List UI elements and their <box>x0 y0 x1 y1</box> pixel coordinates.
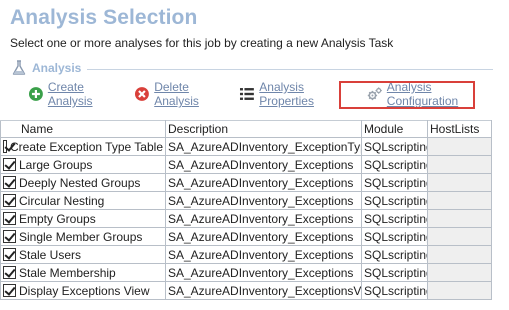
module-cell: SQLscripting <box>361 173 428 192</box>
delete-analysis-label: Delete Analysis <box>154 80 199 108</box>
name-cell-content: Circular Nesting <box>3 194 163 208</box>
row-checkbox[interactable] <box>3 194 16 207</box>
name-cell: Circular Nesting <box>0 191 166 210</box>
name-cell: Display Exceptions View <box>0 281 166 300</box>
module-cell: SQLscripting <box>361 245 428 264</box>
table-row[interactable]: Stale Membership SA_AzureADInventory_Exce… <box>0 263 492 282</box>
row-checkbox[interactable] <box>3 266 16 279</box>
table-row[interactable]: Deeply Nested Groups SA_AzureADInventory_… <box>0 173 492 192</box>
list-icon <box>240 88 255 100</box>
description-cell: SA_AzureADInventory_Exceptions <box>165 155 362 174</box>
name-cell-content: Stale Membership <box>3 266 163 280</box>
name-cell-content: Deeply Nested Groups <box>3 176 163 190</box>
create-analysis-button[interactable]: Create Analysis <box>28 80 130 108</box>
module-cell: SQLscripting <box>361 281 428 300</box>
name-cell-content: Create Exception Type Table <box>3 140 163 154</box>
table-header-row: Name Description Module HostLists <box>0 120 492 138</box>
page-subtitle: Select one or more analyses for this job… <box>10 36 394 50</box>
configuration-highlight-box <box>339 81 475 109</box>
analysis-section-header: Analysis <box>12 58 493 78</box>
flask-icon <box>12 60 26 75</box>
table-row[interactable]: Single Member Groups SA_AzureADInventory_… <box>0 227 492 246</box>
table-row[interactable]: Empty Groups SA_AzureADInventory_Exceptio… <box>0 209 492 228</box>
hostlists-cell <box>427 155 492 174</box>
table-row[interactable]: Circular Nesting SA_AzureADInventory_Exce… <box>0 191 492 210</box>
section-divider <box>87 68 493 70</box>
analysis-name: Create Exception Type Table <box>10 139 163 154</box>
delete-analysis-button[interactable]: Delete Analysis <box>134 80 235 108</box>
name-cell: Create Exception Type Table <box>0 137 166 156</box>
plus-circle-icon <box>28 87 43 101</box>
analysis-name: Deeply Nested Groups <box>19 175 141 190</box>
hostlists-cell <box>427 173 492 192</box>
module-cell: SQLscripting <box>361 209 428 228</box>
module-cell: SQLscripting <box>361 137 428 156</box>
name-cell: Stale Users <box>0 245 166 264</box>
analysis-name: Stale Users <box>19 247 82 262</box>
name-cell: Single Member Groups <box>0 227 166 246</box>
description-cell: SA_AzureADInventory_Exceptions <box>165 245 362 264</box>
description-cell: SA_AzureADInventory_Exceptions <box>165 209 362 228</box>
analysis-name: Empty Groups <box>19 211 96 226</box>
row-checkbox[interactable] <box>3 230 16 243</box>
module-cell: SQLscripting <box>361 191 428 210</box>
hostlists-cell <box>427 281 492 300</box>
column-header-module[interactable]: Module <box>361 120 428 138</box>
row-checkbox[interactable] <box>3 140 7 153</box>
row-checkbox[interactable] <box>3 248 16 261</box>
name-cell-content: Empty Groups <box>3 212 163 226</box>
name-cell-content: Large Groups <box>3 158 163 172</box>
hostlists-cell <box>427 191 492 210</box>
hostlists-cell <box>427 245 492 264</box>
name-cell: Large Groups <box>0 155 166 174</box>
hostlists-cell <box>427 263 492 282</box>
table-row[interactable]: Stale Users SA_AzureADInventory_Exception… <box>0 245 492 264</box>
description-cell: SA_AzureADInventory_Exceptions <box>165 173 362 192</box>
column-header-hostlists[interactable]: HostLists <box>427 120 492 138</box>
row-checkbox[interactable] <box>3 284 16 297</box>
name-cell-content: Display Exceptions View <box>3 284 163 298</box>
name-cell-content: Single Member Groups <box>3 230 163 244</box>
page-title: Analysis Selection <box>10 6 198 29</box>
description-cell: SA_AzureADInventory_Exceptions <box>165 227 362 246</box>
description-cell: SA_AzureADInventory_Exceptions <box>165 263 362 282</box>
analysis-name: Display Exceptions View <box>19 283 150 298</box>
name-cell: Empty Groups <box>0 209 166 228</box>
description-cell: SA_AzureADInventory_ExceptionTypes <box>165 137 362 156</box>
hostlists-cell <box>427 209 492 228</box>
table-row[interactable]: Large Groups SA_AzureADInventory_Exceptio… <box>0 155 492 174</box>
name-cell: Deeply Nested Groups <box>0 173 166 192</box>
description-cell: SA_AzureADInventory_Exceptions <box>165 191 362 210</box>
table-row[interactable]: Display Exceptions View SA_AzureADInvento… <box>0 281 492 300</box>
analysis-name: Large Groups <box>19 157 93 172</box>
module-cell: SQLscripting <box>361 263 428 282</box>
row-checkbox[interactable] <box>3 158 16 171</box>
row-checkbox[interactable] <box>3 176 16 189</box>
description-cell: SA_AzureADInventory_ExceptionsView <box>165 281 362 300</box>
delete-x-icon <box>135 87 150 101</box>
column-header-name[interactable]: Name <box>0 120 166 138</box>
name-cell: Stale Membership <box>0 263 166 282</box>
hostlists-cell <box>427 137 492 156</box>
analysis-name: Stale Membership <box>19 265 116 280</box>
column-header-description[interactable]: Description <box>165 120 362 138</box>
hostlists-cell <box>427 227 492 246</box>
table-row[interactable]: Create Exception Type Table SA_AzureADInv… <box>0 137 492 156</box>
section-label: Analysis <box>32 61 82 75</box>
module-cell: SQLscripting <box>361 227 428 246</box>
analysis-table: Name Description Module HostLists Create… <box>0 120 492 300</box>
analysis-name: Single Member Groups <box>19 229 143 244</box>
row-checkbox[interactable] <box>3 212 16 225</box>
module-cell: SQLscripting <box>361 155 428 174</box>
create-analysis-label: Create Analysis <box>47 80 93 108</box>
name-cell-content: Stale Users <box>3 248 163 262</box>
analysis-name: Circular Nesting <box>19 193 105 208</box>
